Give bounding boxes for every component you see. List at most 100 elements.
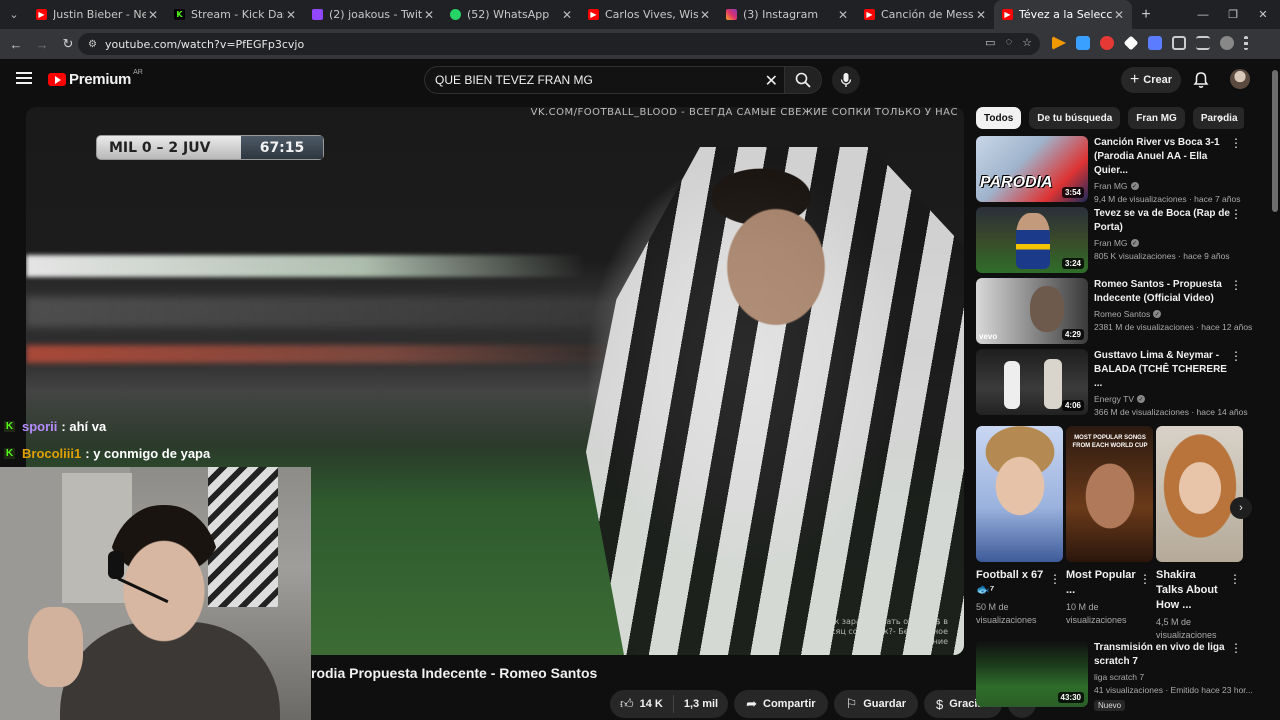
- browser-tab[interactable]: K Stream - Kick Dashboard✕: [166, 0, 304, 29]
- video-thumbnail[interactable]: 43:30: [976, 641, 1088, 707]
- short-title[interactable]: Football x 67 🐟⁷: [976, 568, 1046, 598]
- recommended-video[interactable]: vevo 4:29 Romeo Santos - Propuesta Indec…: [976, 278, 1252, 344]
- browser-tab[interactable]: ▶ Justin Bieber - Never Say✕: [28, 0, 166, 29]
- cast-icon[interactable]: ▭: [985, 36, 995, 49]
- youtube-play-logo-icon: [48, 73, 66, 86]
- more-options-icon[interactable]: ⋮: [1230, 349, 1242, 363]
- browser-tab-active[interactable]: ▶ Tévez a la Selección | "Lo✕: [994, 0, 1132, 29]
- close-tab-icon[interactable]: ✕: [146, 8, 160, 22]
- channel-name[interactable]: Romeo Santos: [1094, 309, 1150, 319]
- channel-name[interactable]: liga scratch 7: [1094, 672, 1144, 682]
- address-bar[interactable]: ⚙ youtube.com/watch?v=PfEGFp3cvjo ▭ ◌ ☆: [78, 33, 1040, 55]
- browser-tab[interactable]: ▶ Canción de Messi (El Pie✕: [856, 0, 994, 29]
- reload-icon[interactable]: ↻: [56, 32, 80, 56]
- puzzle-extensions-icon[interactable]: [1172, 36, 1186, 50]
- extension-icon[interactable]: [1076, 36, 1090, 50]
- short-thumbnail[interactable]: [976, 426, 1063, 562]
- short-title[interactable]: Shakira Talks About How ...: [1156, 568, 1226, 613]
- chip-fran-mg[interactable]: Fran MG: [1128, 107, 1185, 129]
- short-item[interactable]: Football x 67 🐟⁷ 50 M de visualizaciones…: [976, 426, 1063, 627]
- more-options-icon[interactable]: ⋮: [1229, 572, 1241, 586]
- restore-icon[interactable]: ❐: [1218, 0, 1248, 29]
- extension-icon[interactable]: [1123, 35, 1139, 51]
- forward-icon[interactable]: →: [30, 32, 54, 56]
- back-icon[interactable]: ←: [4, 32, 28, 56]
- streamer-head: [108, 505, 220, 645]
- channel-name[interactable]: Fran MG: [1094, 238, 1128, 248]
- new-badge: Nuevo: [1094, 700, 1126, 711]
- share-button[interactable]: ➦ Compartir: [734, 690, 828, 718]
- video-thumbnail[interactable]: 3:24: [976, 207, 1088, 273]
- clear-search-icon[interactable]: ✕: [765, 71, 778, 91]
- video-duration: 4:06: [1061, 400, 1084, 411]
- logo-text: Premium: [69, 71, 132, 88]
- browser-tab[interactable]: (52) WhatsApp ✕: [442, 0, 580, 29]
- video-title[interactable]: Transmisión en vivo de liga scratch 7: [1094, 641, 1234, 669]
- hamburger-menu-icon[interactable]: [16, 72, 32, 86]
- bookmark-star-icon[interactable]: ☆: [1022, 36, 1032, 49]
- save-button[interactable]: ⚐ Guardar: [833, 690, 919, 718]
- close-tab-icon[interactable]: ✕: [560, 8, 574, 22]
- channel-name[interactable]: Energy TV: [1094, 394, 1134, 404]
- video-thumbnail[interactable]: 4:06: [976, 349, 1088, 415]
- scrollbar-thumb[interactable]: [1272, 70, 1278, 212]
- browser-tab[interactable]: (2) joakous - Twitch✕: [304, 0, 442, 29]
- video-title[interactable]: Canción River vs Boca 3-1 (Parodia Anuel…: [1094, 136, 1234, 178]
- video-meta: 9,4 M de visualizaciones · hace 7 años: [1094, 194, 1241, 204]
- new-tab-button[interactable]: +: [1132, 6, 1160, 24]
- extension-icon[interactable]: [1148, 36, 1162, 50]
- short-item[interactable]: MOST POPULAR SONGS FROM EACH WORLD CUP M…: [1066, 426, 1153, 627]
- search-button[interactable]: [784, 66, 822, 94]
- notifications-bell-icon[interactable]: [1192, 71, 1210, 89]
- minimize-icon[interactable]: —: [1188, 0, 1218, 29]
- close-tab-icon[interactable]: ✕: [974, 8, 988, 22]
- short-title[interactable]: Most Popular ...: [1066, 568, 1136, 598]
- more-options-icon[interactable]: ⋮: [1230, 641, 1242, 655]
- recommended-video[interactable]: 43:30 Transmisión en vivo de liga scratc…: [976, 641, 1253, 711]
- close-tab-icon[interactable]: ✕: [836, 8, 850, 22]
- create-button[interactable]: + Crear: [1121, 67, 1181, 93]
- short-thumbnail[interactable]: MOST POPULAR SONGS FROM EACH WORLD CUP: [1066, 426, 1153, 562]
- chevron-right-icon[interactable]: ›: [1218, 110, 1223, 126]
- close-tab-icon[interactable]: ✕: [1112, 8, 1126, 22]
- shorts-next-chevron-icon[interactable]: ›: [1230, 497, 1252, 519]
- browser-tab[interactable]: (3) Instagram ✕: [718, 0, 856, 29]
- recommended-video[interactable]: 3:24 Tevez se va de Boca (Rap de Porta) …: [976, 207, 1244, 273]
- chip-todos[interactable]: Todos: [976, 107, 1022, 129]
- dislike-button[interactable]: 1,3 mil: [674, 698, 728, 710]
- channel-name[interactable]: Fran MG: [1094, 181, 1128, 191]
- close-window-icon[interactable]: ✕: [1248, 0, 1278, 29]
- browser-tab[interactable]: ▶ Carlos Vives, Wisin, Emilia✕: [580, 0, 718, 29]
- voice-search-button[interactable]: [832, 66, 860, 94]
- short-item[interactable]: Shakira Talks About How ... 4,5 M de vis…: [1156, 426, 1243, 642]
- video-title[interactable]: Tevez se va de Boca (Rap de Porta): [1094, 207, 1234, 235]
- record-extension-icon[interactable]: [1100, 36, 1114, 50]
- search-input[interactable]: QUE BIEN TEVEZ FRAN MG ✕: [424, 66, 784, 94]
- recommended-video[interactable]: PARODIA 3:54 Canción River vs Boca 3-1 (…: [976, 136, 1244, 204]
- more-options-icon[interactable]: ⋮: [1230, 136, 1242, 150]
- close-tab-icon[interactable]: ✕: [698, 8, 712, 22]
- eye-off-icon[interactable]: ◌: [1006, 36, 1013, 49]
- site-info-icon[interactable]: ⚙: [88, 39, 97, 50]
- video-thumbnail[interactable]: vevo 4:29: [976, 278, 1088, 344]
- account-avatar[interactable]: [1230, 69, 1250, 89]
- more-options-icon[interactable]: ⋮: [1230, 207, 1242, 221]
- chip-de-tu-busqueda[interactable]: De tu búsqueda: [1029, 107, 1121, 129]
- close-tab-icon[interactable]: ✕: [422, 8, 436, 22]
- close-tab-icon[interactable]: ✕: [284, 8, 298, 22]
- video-thumbnail[interactable]: PARODIA 3:54: [976, 136, 1088, 202]
- more-options-icon[interactable]: ⋮: [1230, 278, 1242, 292]
- more-options-icon[interactable]: ⋮: [1049, 572, 1061, 586]
- video-title[interactable]: Romeo Santos - Propuesta Indecente (Offi…: [1094, 278, 1234, 306]
- recommended-video[interactable]: 4:06 Gusttavo Lima & Neymar - BALADA (TC…: [976, 349, 1248, 417]
- media-queue-icon[interactable]: [1196, 36, 1210, 50]
- like-button[interactable]: 👍︎ 14 K: [610, 695, 674, 713]
- short-thumbnail[interactable]: [1156, 426, 1243, 562]
- more-options-icon[interactable]: ⋮: [1139, 572, 1151, 586]
- profile-avatar-icon[interactable]: [1220, 36, 1234, 50]
- youtube-premium-logo[interactable]: Premium AR: [48, 69, 143, 88]
- extension-icon[interactable]: [1052, 36, 1066, 50]
- video-title[interactable]: Gusttavo Lima & Neymar - BALADA (TCHÊ TC…: [1094, 349, 1234, 391]
- tab-search-icon[interactable]: ⌄: [0, 0, 28, 29]
- browser-menu-icon[interactable]: [1244, 36, 1248, 50]
